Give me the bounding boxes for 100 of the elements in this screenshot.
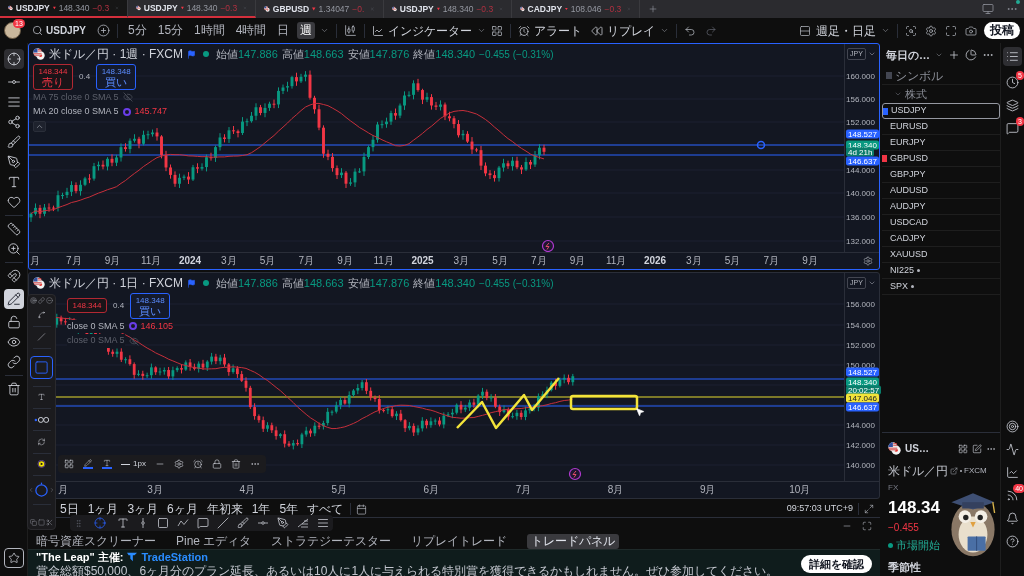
zigzag-drawing[interactable]: [456, 377, 560, 430]
line-icon[interactable]: [217, 517, 229, 529]
post-button[interactable]: 投稿: [984, 22, 1020, 39]
heart-icon[interactable]: [6, 195, 21, 209]
monitor-icon[interactable]: [982, 3, 994, 15]
pencil-icon[interactable]: [83, 459, 93, 469]
clock-icon[interactable]: [1006, 76, 1019, 89]
alarm-clock-icon[interactable]: [192, 459, 203, 469]
signal-icon[interactable]: [1006, 489, 1019, 502]
indicators-icon[interactable]: [372, 24, 385, 37]
drag-handle-icon[interactable]: [74, 518, 83, 528]
pen-icon[interactable]: [6, 155, 21, 169]
event-marker-icon[interactable]: [541, 239, 555, 252]
sell-button[interactable]: 148.344: [67, 298, 107, 313]
interval-button[interactable]: 日: [274, 22, 293, 39]
alarm-clock-icon[interactable]: [518, 24, 531, 37]
magnet-icon[interactable]: [6, 269, 21, 283]
interval-button[interactable]: 週: [297, 22, 316, 39]
eye-icon[interactable]: [6, 335, 21, 349]
chart-panel[interactable]: [28, 43, 880, 270]
ruler-icon[interactable]: [6, 222, 21, 236]
layout-button[interactable]: 週足・日足: [816, 21, 876, 40]
symbol-name[interactable]: US…: [905, 441, 929, 456]
caret-icon[interactable]: [660, 26, 670, 35]
activity-icon[interactable]: [1006, 443, 1019, 456]
date-range-button[interactable]: 年初来: [204, 501, 245, 517]
indicator-label[interactable]: close 0 SMA 5: [67, 319, 125, 333]
ring-icon[interactable]: [122, 107, 131, 116]
pie-chart-icon[interactable]: [965, 49, 977, 61]
scissors-icon[interactable]: [46, 519, 53, 526]
date-range-button[interactable]: 1ヶ月: [85, 501, 121, 517]
watchlist-title-button[interactable]: 毎日の…: [886, 46, 930, 64]
text-icon[interactable]: [102, 459, 112, 469]
interval-button[interactable]: 1時間: [191, 22, 228, 39]
sell-button[interactable]: 148.344 売り: [33, 63, 73, 90]
brush-icon[interactable]: [237, 517, 249, 529]
buy-button[interactable]: 148.348 買い: [96, 63, 137, 90]
rectangle-icon[interactable]: [157, 517, 169, 529]
maximize-icon[interactable]: [862, 521, 872, 531]
rectangle-drawing[interactable]: [569, 394, 639, 411]
alert-handle-icon[interactable]: [756, 140, 766, 150]
chart-title[interactable]: 米ドル／円 · 1日 · FXCM: [49, 276, 183, 291]
flag-icon[interactable]: [187, 49, 196, 59]
details-button[interactable]: 詳細を確認: [801, 555, 872, 573]
date-range-button[interactable]: 3ヶ月: [125, 501, 161, 517]
text-icon[interactable]: [6, 175, 21, 189]
date-range-button[interactable]: 5日: [58, 501, 81, 517]
grid-icon[interactable]: [958, 443, 968, 454]
brush-icon[interactable]: [6, 135, 21, 149]
caret-icon[interactable]: [881, 26, 890, 35]
zoom-in-icon[interactable]: [6, 242, 21, 256]
layout-icon[interactable]: [799, 24, 811, 37]
settings-icon[interactable]: [925, 24, 937, 37]
expand-icon[interactable]: [864, 504, 874, 514]
bell-icon[interactable]: [1006, 512, 1019, 525]
alert-button[interactable]: アラート: [518, 21, 583, 40]
search-icon[interactable]: [905, 24, 917, 37]
layers-icon[interactable]: [1006, 99, 1019, 112]
replay-button[interactable]: リプレイ: [591, 21, 656, 40]
date-range-button[interactable]: 5年: [277, 501, 301, 517]
caret-icon[interactable]: [867, 279, 876, 287]
candlestick-icon[interactable]: [344, 24, 358, 37]
caret-icon[interactable]: [935, 51, 943, 59]
add-icon[interactable]: [948, 49, 960, 61]
watchlist-row[interactable]: USDJPY: [882, 103, 1000, 119]
settings-icon[interactable]: [863, 256, 873, 266]
eye-off-icon[interactable]: [128, 335, 139, 346]
callout-icon[interactable]: [197, 517, 209, 529]
grid-icon[interactable]: [491, 24, 504, 37]
camera-icon[interactable]: [965, 24, 977, 37]
chart-icon[interactable]: [1006, 466, 1019, 479]
symbol-tab[interactable]: USDJPY 148.340 −0.3: [0, 0, 128, 18]
unlock-icon[interactable]: [6, 315, 21, 329]
date-range-button[interactable]: 6ヶ月: [165, 501, 200, 517]
settings-icon[interactable]: [173, 459, 184, 469]
target-icon[interactable]: [30, 297, 37, 304]
event-marker-icon[interactable]: [568, 467, 582, 481]
lines-icon[interactable]: [6, 95, 21, 109]
chart-panel[interactable]: [28, 272, 880, 499]
nodes-icon[interactable]: [6, 115, 21, 129]
grid-icon[interactable]: [64, 459, 74, 469]
link-icon[interactable]: [6, 355, 21, 369]
symbol-search-button[interactable]: USDJPY: [32, 23, 86, 38]
panel-tab[interactable]: ストラテジーテスター: [271, 534, 392, 549]
circles-icon[interactable]: [34, 415, 49, 424]
buy-button[interactable]: 148.348 買い: [130, 292, 171, 319]
target-icon[interactable]: [1006, 420, 1019, 433]
panel-tab[interactable]: リプレイトレード: [411, 534, 508, 549]
chat-icon[interactable]: [1006, 122, 1019, 135]
panel-tab[interactable]: Pine エディタ: [176, 534, 252, 549]
fullscreen-icon[interactable]: [945, 24, 957, 37]
external-link-icon[interactable]: [950, 467, 958, 475]
indicators-button[interactable]: インジケーター: [372, 21, 473, 40]
sponsor-name[interactable]: TradeStation: [141, 550, 209, 564]
section-label[interactable]: 株式: [905, 85, 927, 103]
zigzag-icon[interactable]: [177, 517, 189, 529]
chart-title[interactable]: 米ドル／円 · 1週 · FXCM: [49, 47, 183, 62]
panel-tab[interactable]: 暗号資産スクリーナー: [36, 534, 156, 549]
calendar-icon[interactable]: [356, 503, 368, 515]
caret-icon[interactable]: [477, 26, 487, 35]
